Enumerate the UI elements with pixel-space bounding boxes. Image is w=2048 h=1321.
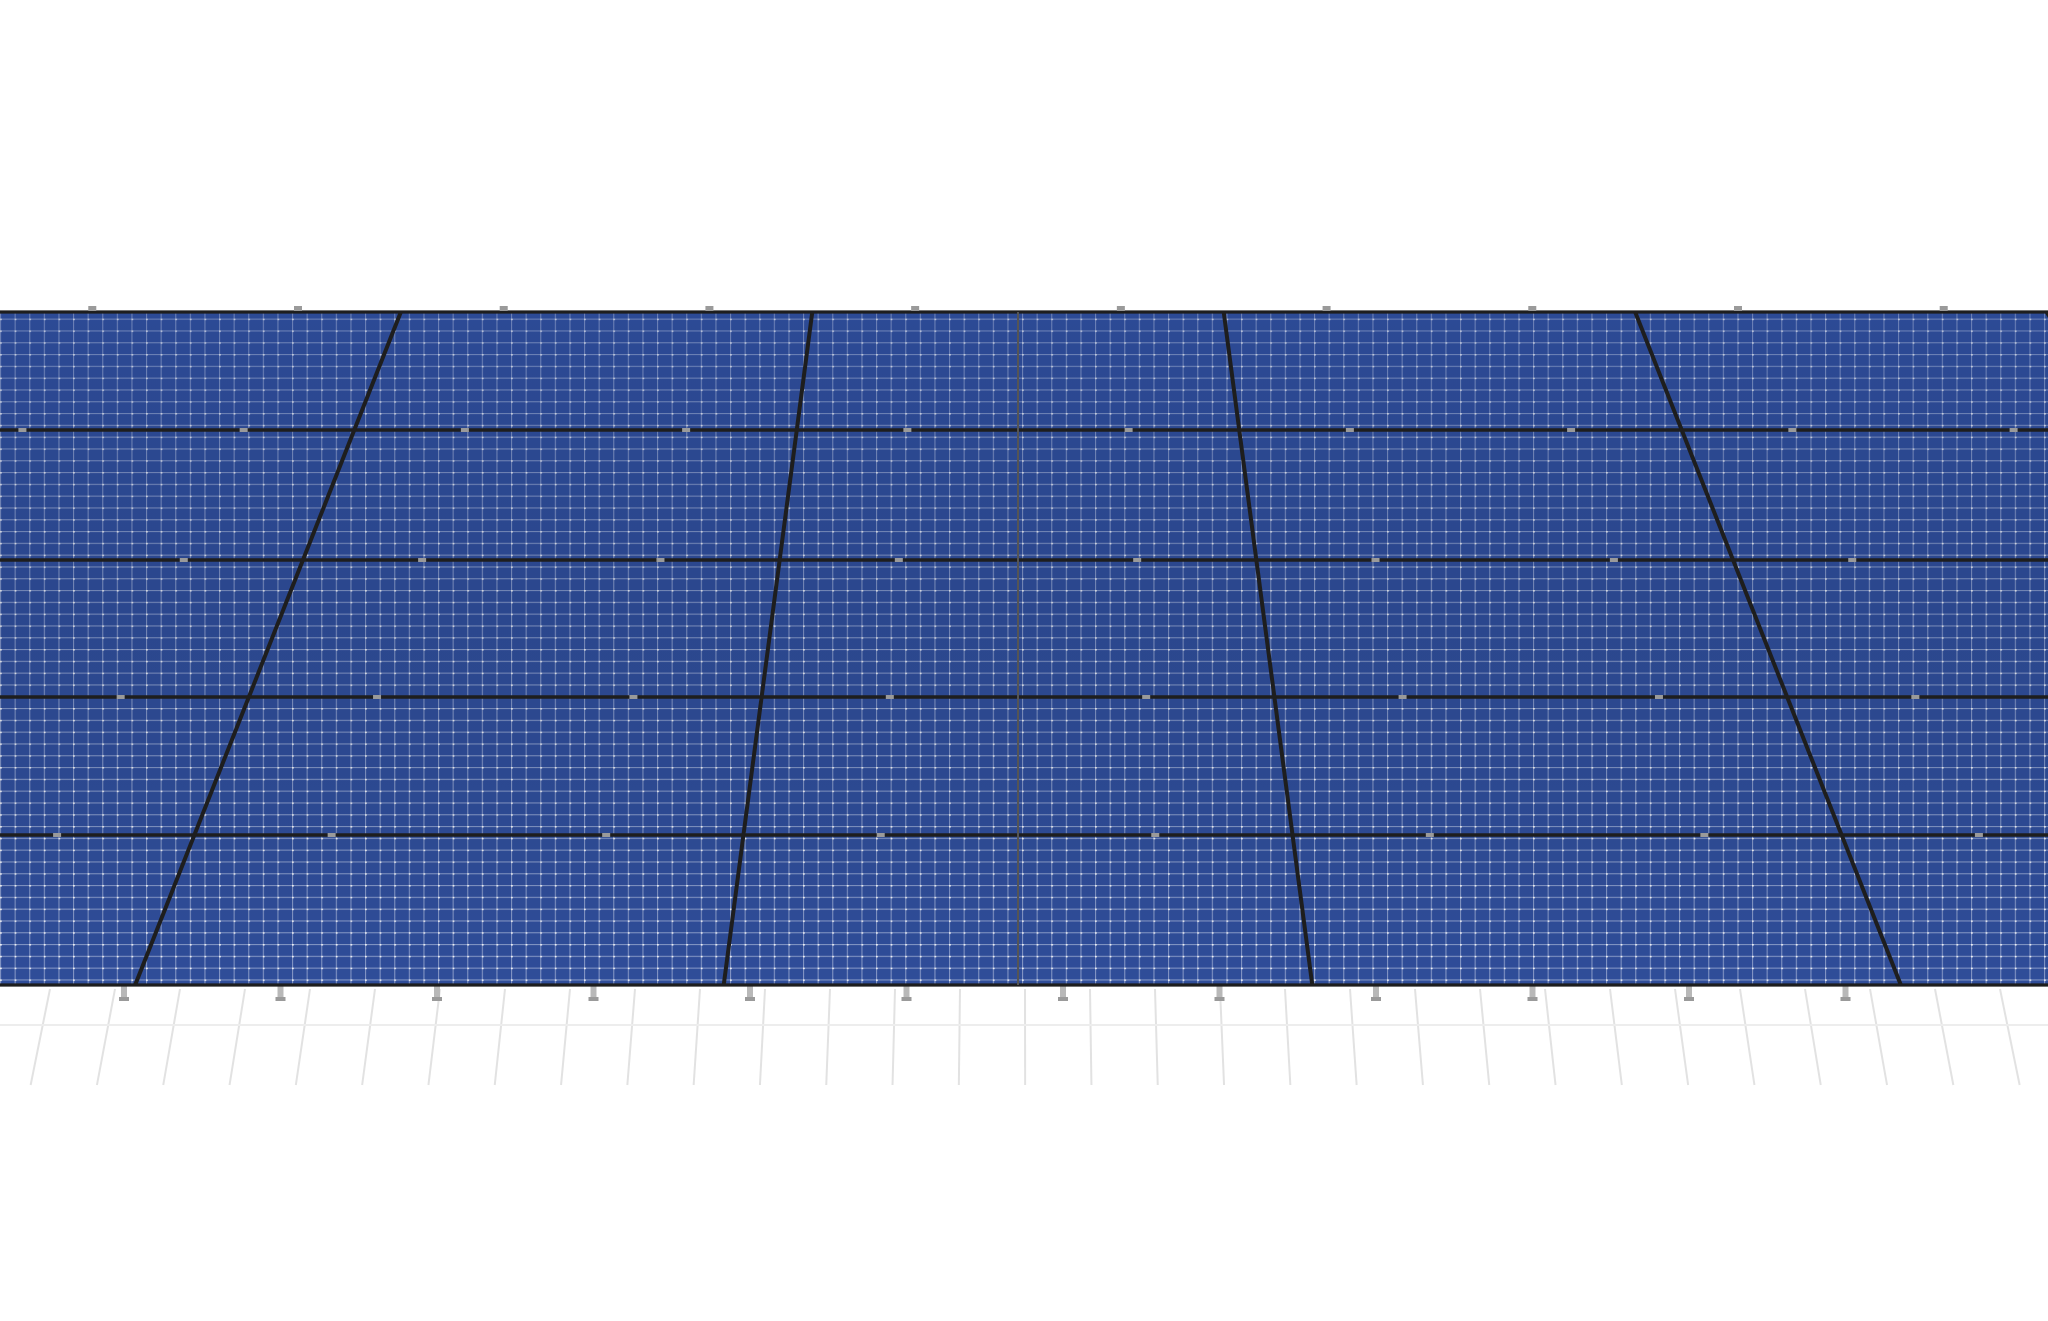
top-clamp xyxy=(1322,306,1331,311)
shadow-line xyxy=(1804,988,1822,1086)
shadow-line xyxy=(1414,988,1424,1086)
top-clamp xyxy=(1528,306,1537,311)
shadow-line xyxy=(825,988,831,1086)
leg-foot xyxy=(275,997,286,1001)
rail-clamp xyxy=(903,428,912,432)
rail-clamp xyxy=(885,695,894,699)
rail-clamp xyxy=(18,428,27,432)
leg-foot xyxy=(1684,997,1694,1001)
top-clamp xyxy=(88,306,97,311)
shadow-line xyxy=(493,988,506,1086)
rail-clamp xyxy=(1124,428,1133,432)
top-clamp xyxy=(294,306,302,311)
rail-clamp xyxy=(418,558,427,562)
leg-foot xyxy=(1527,997,1538,1001)
rail-clamp xyxy=(1848,558,1857,562)
ground-shadow-lines xyxy=(0,988,2048,1086)
shadow-line xyxy=(1219,988,1226,1086)
shadow-line xyxy=(1479,988,1491,1086)
rail-clamp xyxy=(876,833,885,837)
shadow-line xyxy=(692,988,701,1086)
rail-clamp xyxy=(373,695,382,699)
panel-shading xyxy=(0,312,2048,985)
leg-foot xyxy=(588,997,599,1001)
top-clamp xyxy=(1116,306,1125,311)
shadow-line xyxy=(560,988,571,1086)
rail-clamp xyxy=(1567,428,1576,432)
shadow-line xyxy=(361,988,376,1086)
rail-clamp xyxy=(629,695,638,699)
rail-clamp xyxy=(53,833,62,837)
shadow-line xyxy=(1609,988,1623,1086)
rail-clamp xyxy=(656,558,665,562)
rail-clamp xyxy=(1345,428,1354,432)
solar-array-scene xyxy=(0,306,2048,1086)
mounting-legs xyxy=(119,985,1851,1001)
shadow-line xyxy=(162,988,181,1086)
leg-foot xyxy=(745,997,755,1001)
shadow-line xyxy=(1934,988,1955,1086)
rail-clamp xyxy=(1700,833,1709,837)
rail-clamp xyxy=(602,833,611,837)
rail-clamp xyxy=(2009,428,2018,432)
shadow-line xyxy=(1869,988,1889,1086)
rail-clamp xyxy=(1151,833,1160,837)
rail-clamp xyxy=(1788,428,1797,432)
shadow-line xyxy=(228,988,246,1086)
shadow-line xyxy=(957,988,961,1086)
shadow-line xyxy=(95,988,116,1086)
shadow-line xyxy=(626,988,636,1086)
shadow-line xyxy=(294,988,311,1086)
rail-clamp xyxy=(894,558,903,562)
rail-clamp xyxy=(116,695,125,699)
shadow-line xyxy=(1154,988,1159,1086)
shadow-line xyxy=(891,988,896,1086)
top-clamp xyxy=(1734,306,1742,311)
rail-clamp xyxy=(1911,695,1920,699)
rail-clamp xyxy=(460,428,469,432)
shadow-line xyxy=(1284,988,1292,1086)
top-clamp xyxy=(911,306,920,311)
leg-foot xyxy=(432,997,442,1001)
shadow-line xyxy=(758,988,766,1086)
leg-foot xyxy=(1058,997,1068,1001)
shadow-line xyxy=(427,988,441,1086)
rail-clamp xyxy=(1371,558,1380,562)
leg-foot xyxy=(1214,997,1225,1001)
leg-foot xyxy=(901,997,912,1001)
top-clamp xyxy=(499,306,508,311)
leg-foot xyxy=(1371,997,1381,1001)
rail-clamp xyxy=(327,833,336,837)
leg-foot xyxy=(119,997,129,1001)
shadow-line xyxy=(1739,988,1756,1086)
rail-clamp xyxy=(1609,558,1618,562)
rail-clamp xyxy=(682,428,691,432)
rail-clamp xyxy=(1398,695,1407,699)
rail-clamp xyxy=(179,558,188,562)
shadow-line xyxy=(1089,988,1093,1086)
solar-panel-array xyxy=(0,306,2048,987)
rail-clamp xyxy=(1974,833,1983,837)
top-clamp xyxy=(1939,306,1948,311)
shadow-line xyxy=(1349,988,1358,1086)
top-clamp xyxy=(705,306,714,311)
leg-foot xyxy=(1840,997,1851,1001)
shadow-line xyxy=(1674,988,1690,1086)
shadow-line xyxy=(29,988,51,1086)
shadow-line xyxy=(1544,988,1557,1086)
rail-clamp xyxy=(1654,695,1663,699)
rail-clamp xyxy=(1133,558,1142,562)
shadow-line xyxy=(1999,988,2021,1086)
rail-clamp xyxy=(1425,833,1434,837)
rail-clamp xyxy=(239,428,248,432)
rail-clamp xyxy=(1142,695,1151,699)
